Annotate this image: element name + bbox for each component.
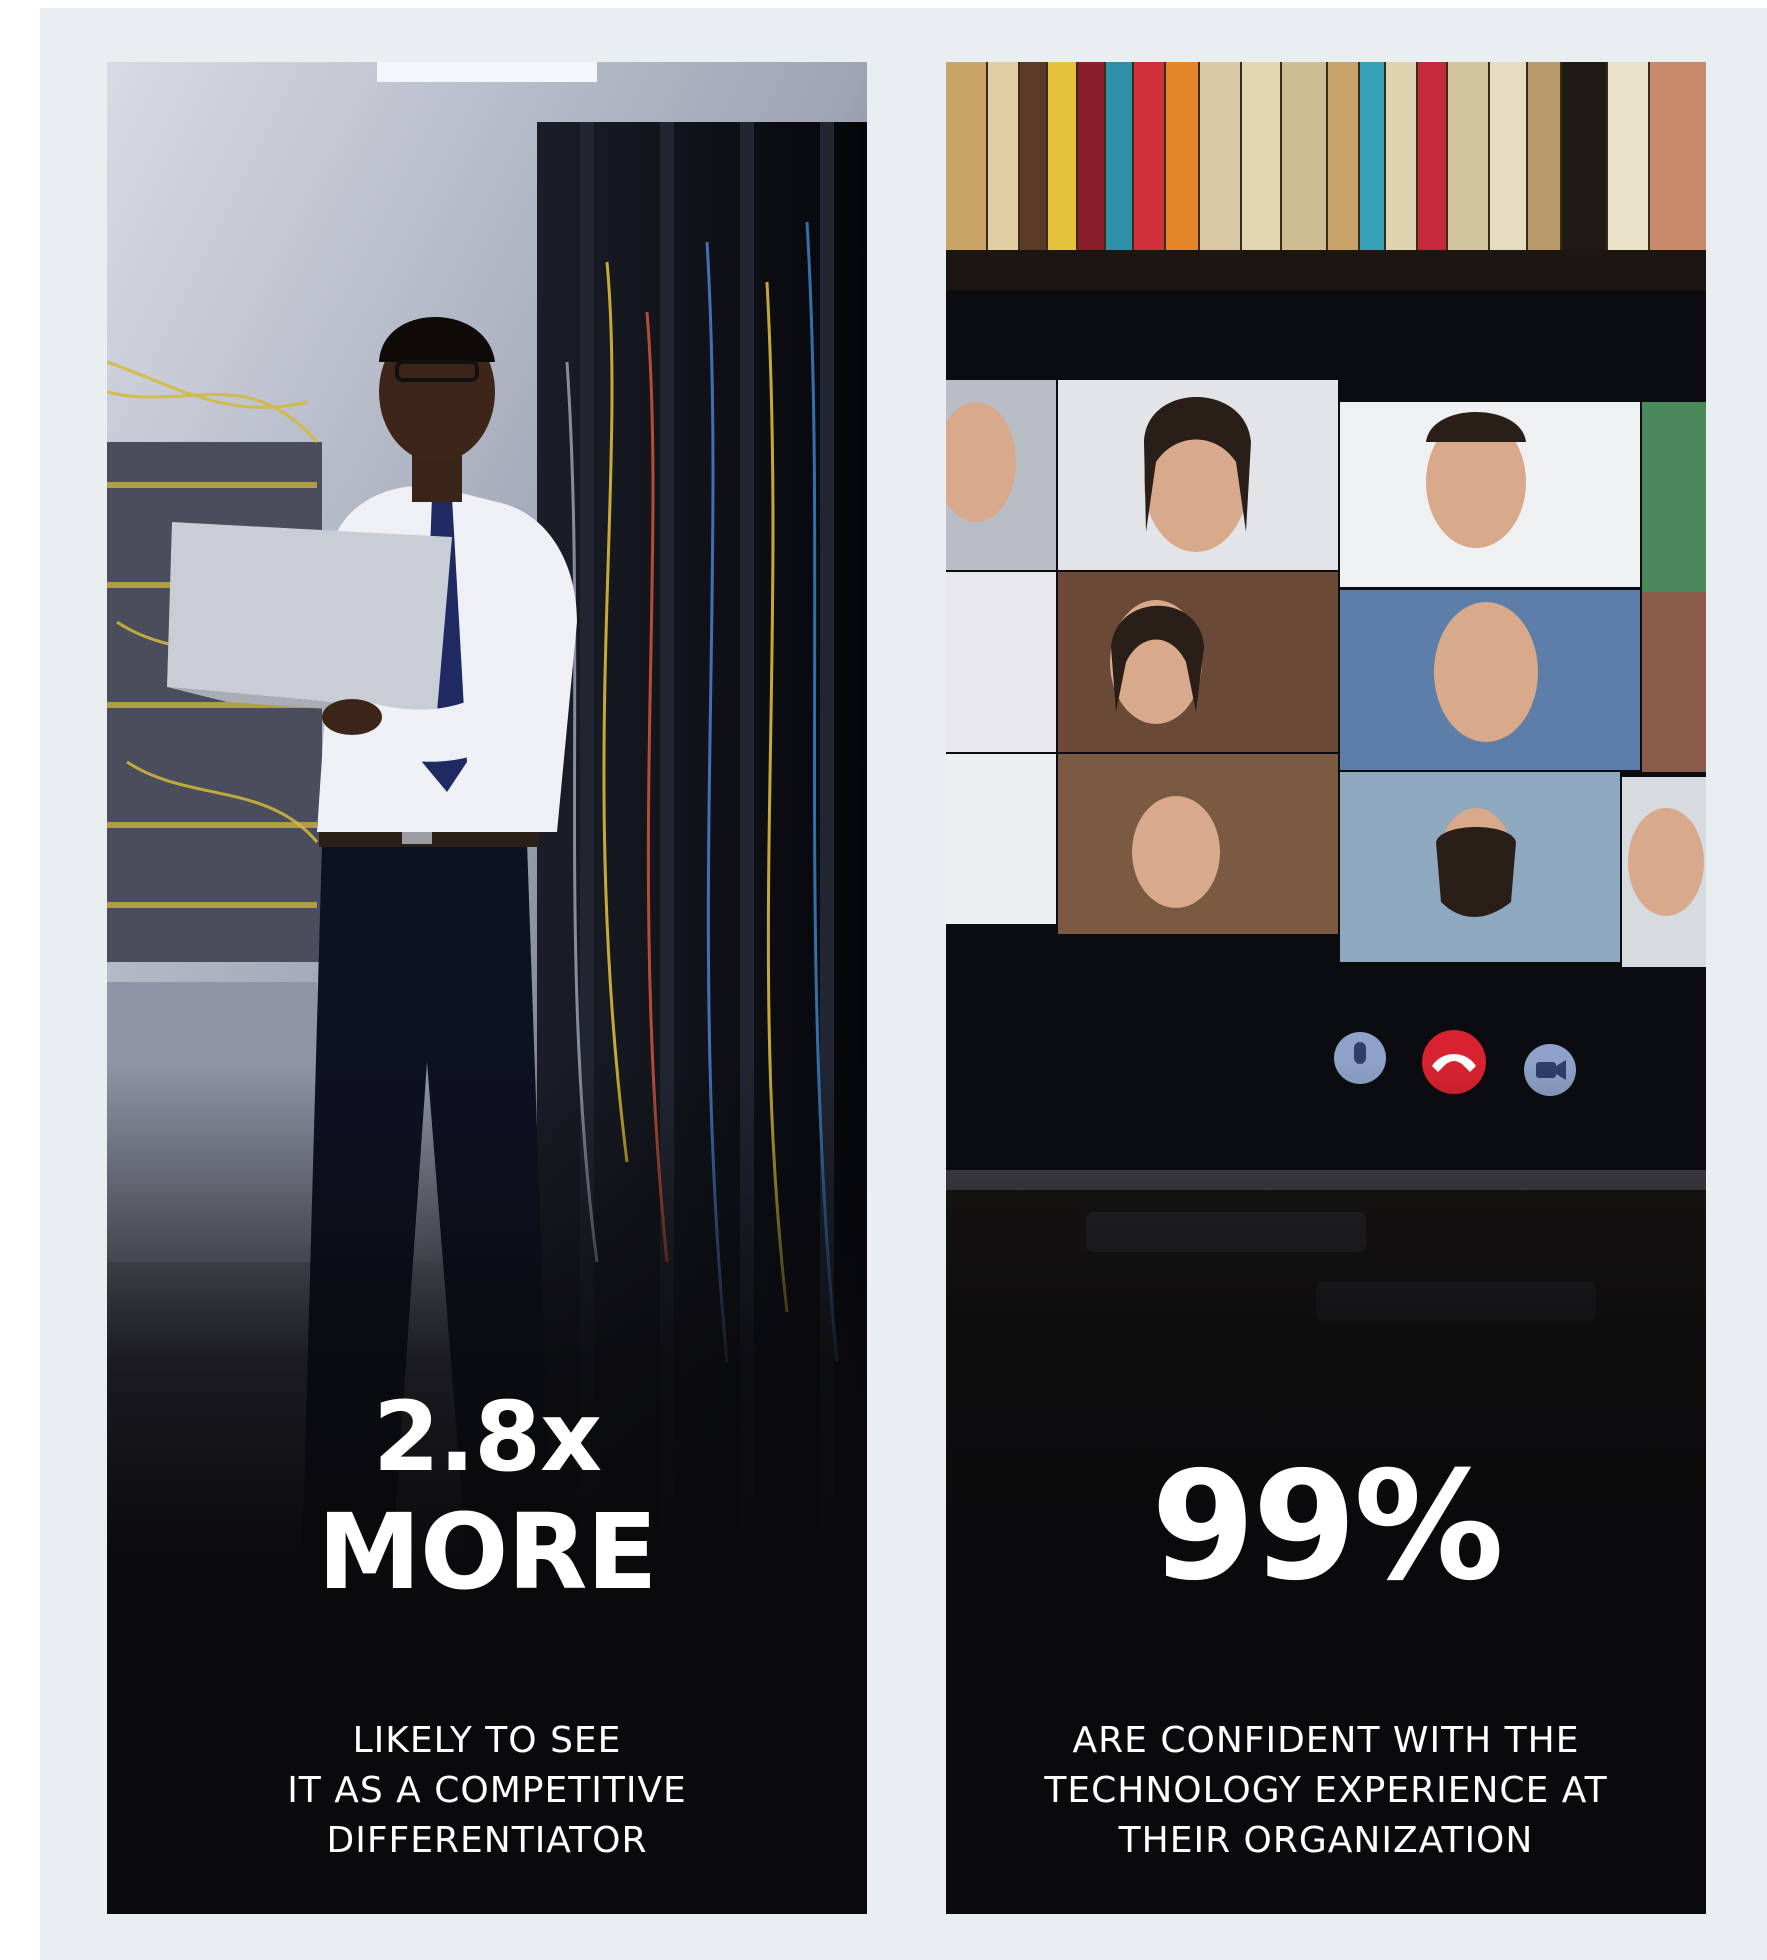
stat-caption: LIKELY TO SEE IT AS A COMPETITIVE DIFFER… — [107, 1716, 867, 1866]
caption-line: LIKELY TO SEE — [352, 1720, 622, 1761]
stat-caption: ARE CONFIDENT WITH THE TECHNOLOGY EXPERI… — [946, 1716, 1706, 1866]
stat-card-technology-confidence: 99% ARE CONFIDENT WITH THE TECHNOLOGY EX… — [946, 62, 1706, 1914]
caption-line: DIFFERENTIATOR — [326, 1820, 648, 1861]
caption-line: TECHNOLOGY EXPERIENCE AT — [1044, 1770, 1608, 1811]
stat-card-competitive-differentiator: 2.8x MORE LIKELY TO SEE IT AS A COMPETIT… — [107, 62, 867, 1914]
caption-line: ARE CONFIDENT WITH THE — [1072, 1720, 1580, 1761]
stat-value: 2.8x — [373, 1381, 602, 1493]
stat-qualifier: MORE — [317, 1491, 657, 1613]
caption-line: IT AS A COMPETITIVE — [287, 1770, 687, 1811]
stat-value: 99% — [1150, 1440, 1504, 1614]
caption-line: THEIR ORGANIZATION — [1118, 1820, 1534, 1861]
